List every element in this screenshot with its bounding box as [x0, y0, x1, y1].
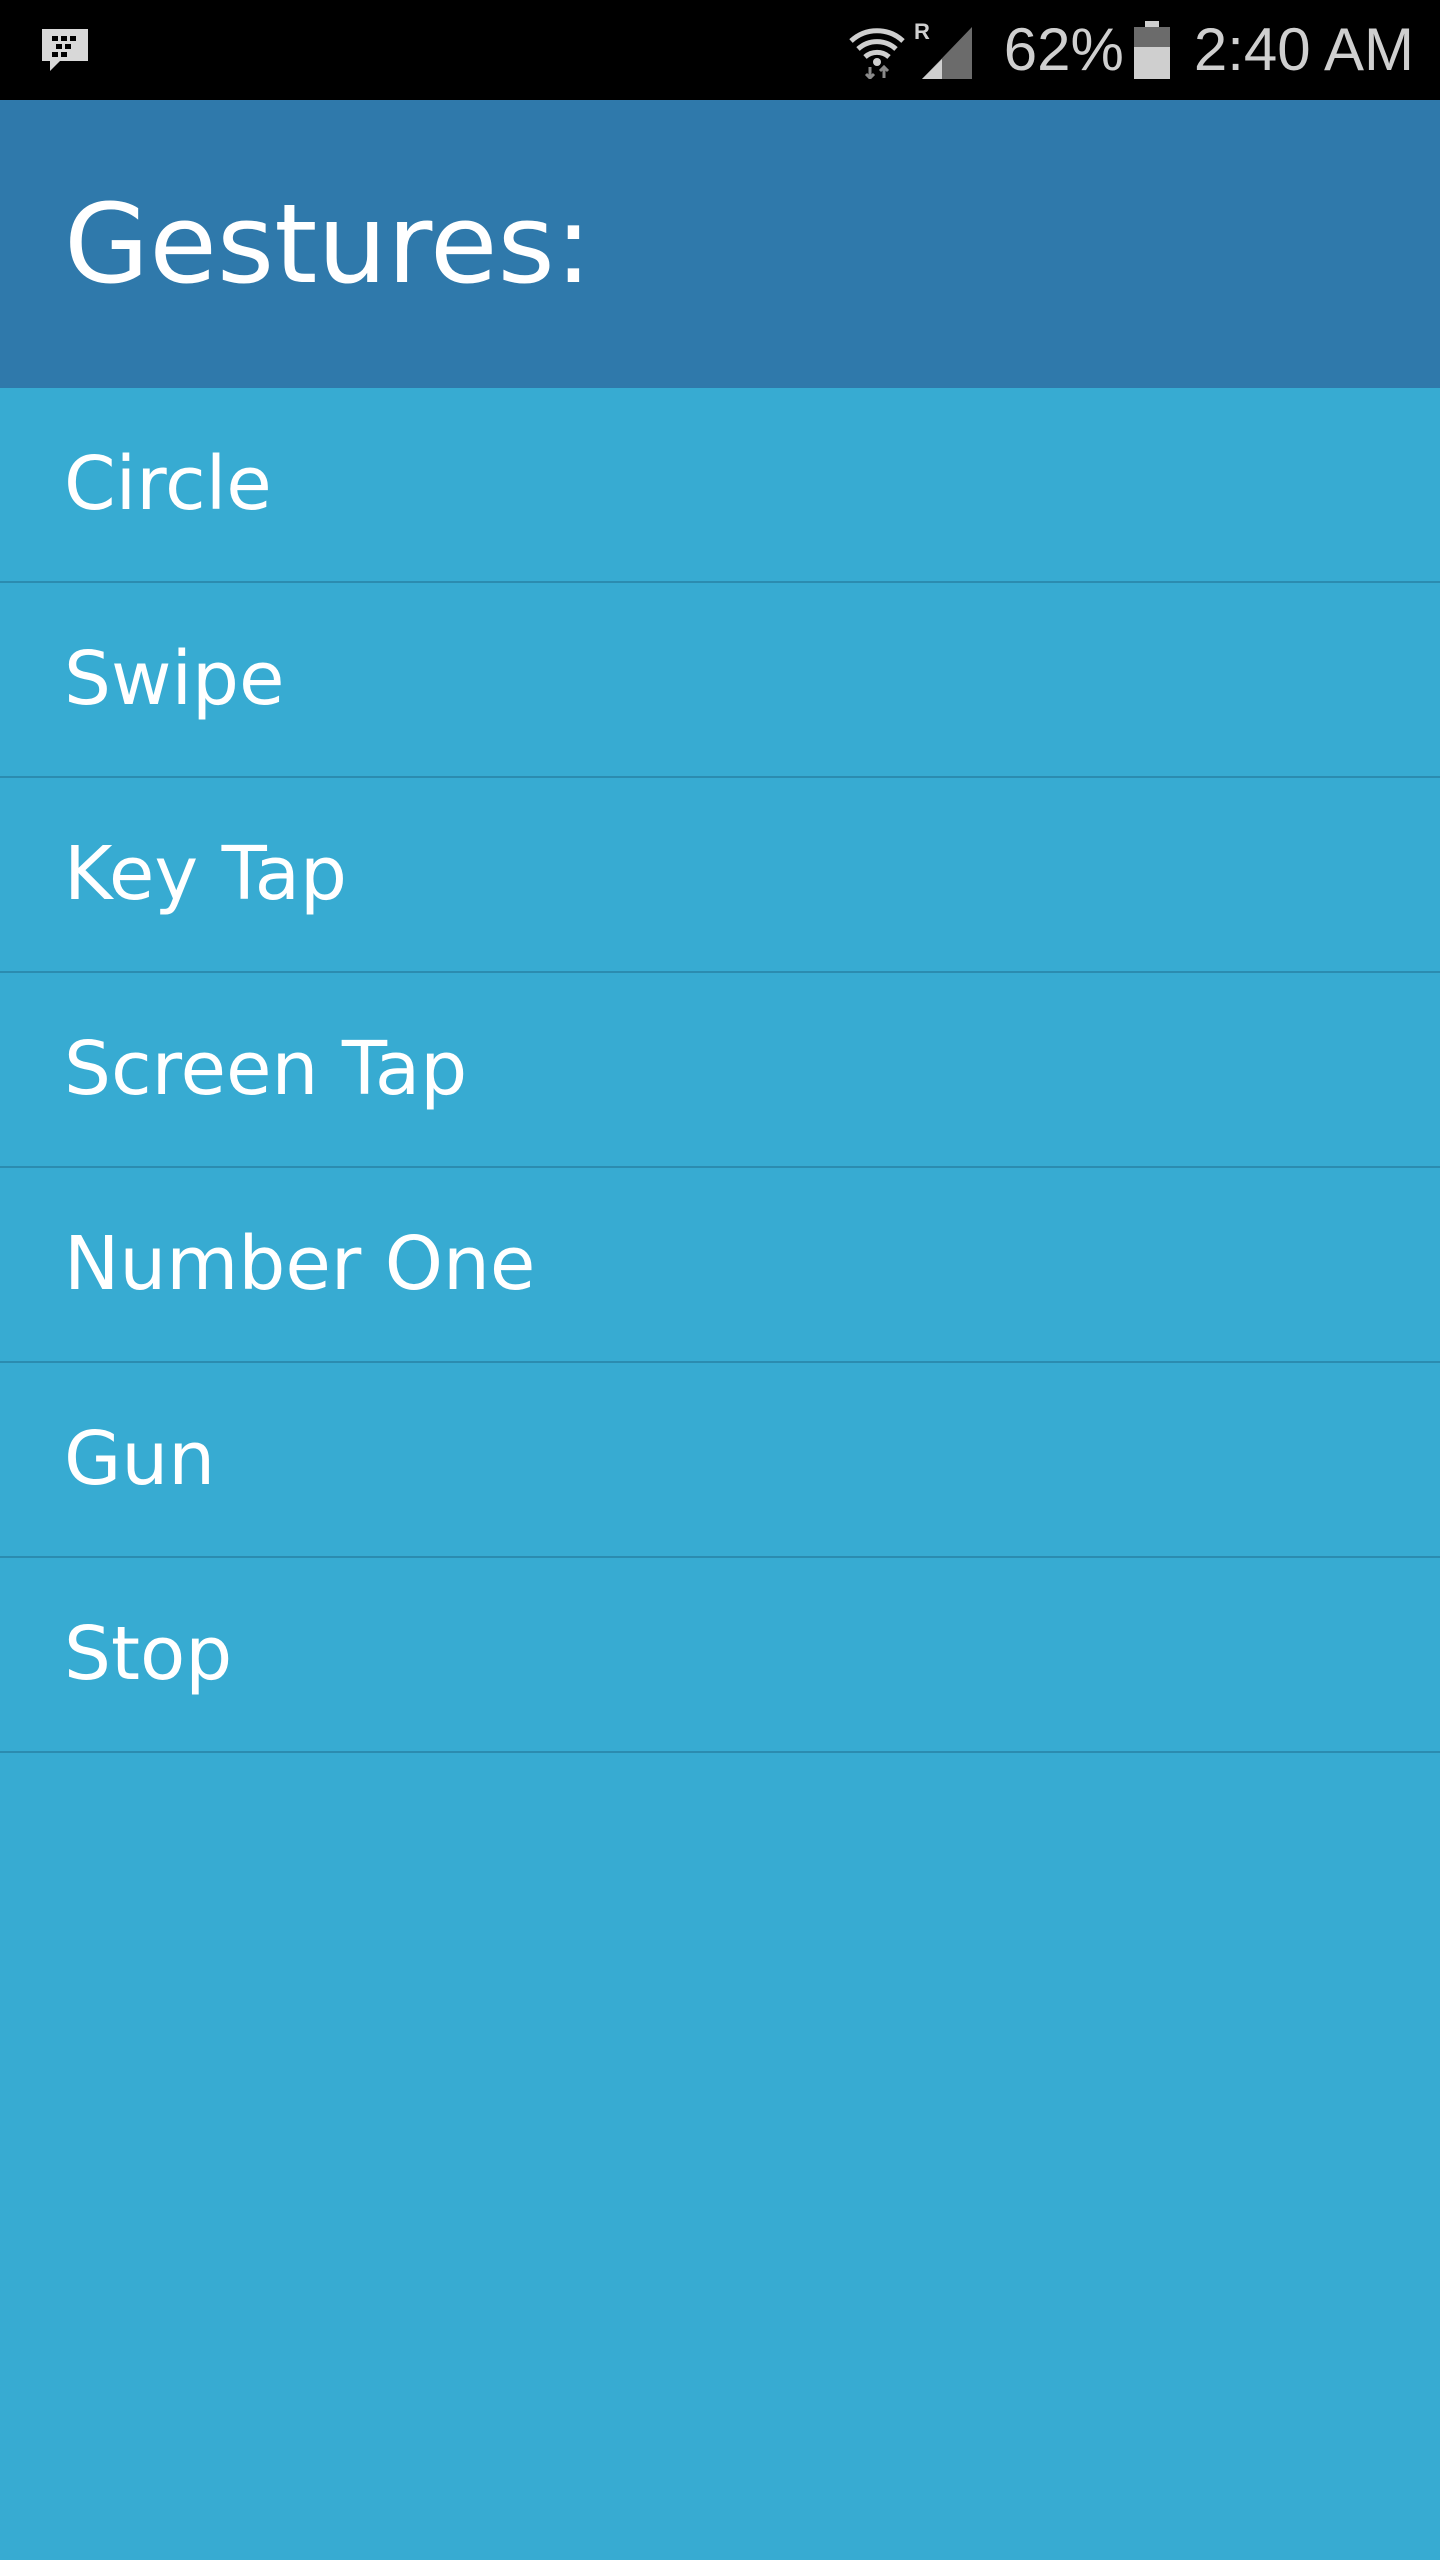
page-title: Gestures: — [64, 180, 592, 308]
roaming-indicator: R — [914, 19, 930, 44]
gesture-label: Circle — [64, 441, 272, 527]
gesture-label: Screen Tap — [64, 1026, 468, 1112]
gesture-label: Swipe — [64, 636, 285, 722]
app-screen: R 62% 2:40 AM Gestures: Circle Swipe Key… — [0, 0, 1440, 2560]
gesture-label: Stop — [64, 1611, 233, 1697]
gesture-label: Gun — [64, 1416, 216, 1502]
status-icons: R 62% 2:40 AM — [848, 0, 1414, 100]
bbm-notification-icon — [40, 27, 90, 73]
gesture-label: Key Tap — [64, 831, 347, 917]
gesture-item-gun[interactable]: Gun — [0, 1363, 1440, 1558]
gesture-item-number-one[interactable]: Number One — [0, 1168, 1440, 1363]
gesture-item-key-tap[interactable]: Key Tap — [0, 778, 1440, 973]
battery-percentage: 62% — [1003, 16, 1124, 83]
signal-icon: R — [912, 19, 974, 81]
gesture-label: Number One — [64, 1221, 536, 1307]
battery-icon — [1133, 21, 1170, 79]
gesture-item-swipe[interactable]: Swipe — [0, 583, 1440, 778]
app-header: Gestures: — [0, 100, 1440, 388]
gesture-list: Circle Swipe Key Tap Screen Tap Number O… — [0, 388, 1440, 1753]
wifi-icon — [848, 21, 906, 81]
gesture-item-screen-tap[interactable]: Screen Tap — [0, 973, 1440, 1168]
status-clock: 2:40 AM — [1193, 16, 1414, 83]
status-bar: R 62% 2:40 AM — [0, 0, 1440, 100]
gesture-item-circle[interactable]: Circle — [0, 388, 1440, 583]
gesture-item-stop[interactable]: Stop — [0, 1558, 1440, 1753]
